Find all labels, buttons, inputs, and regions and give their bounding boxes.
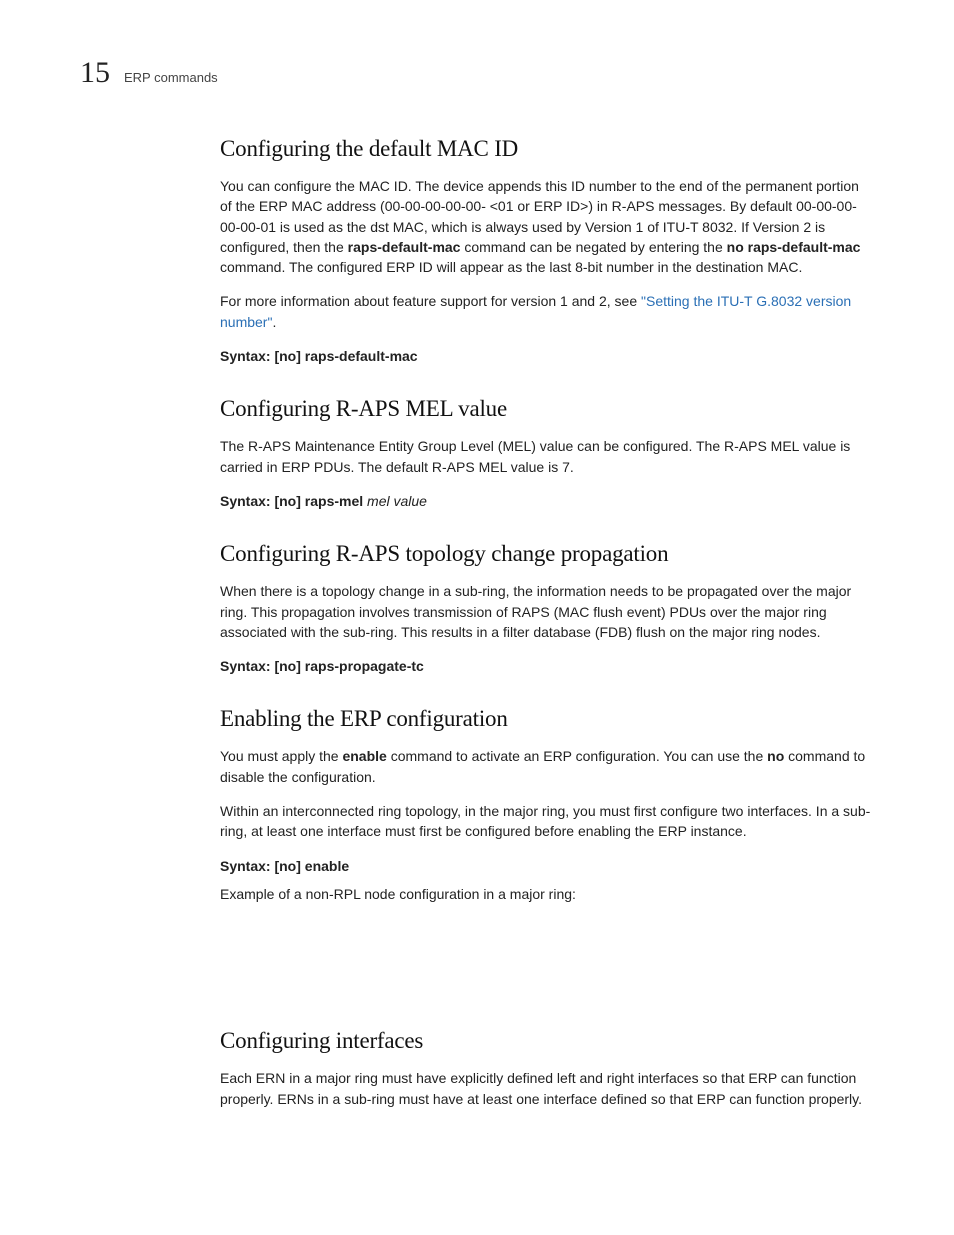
paragraph: You must apply the enable command to act… xyxy=(220,746,874,787)
syntax-line: Syntax: [no] raps-mel mel value xyxy=(220,491,874,511)
command-name: enable xyxy=(342,748,386,764)
paragraph: The R-APS Maintenance Entity Group Level… xyxy=(220,436,874,477)
paragraph: When there is a topology change in a sub… xyxy=(220,581,874,642)
chapter-number: 15 xyxy=(80,58,110,88)
text: You must apply the xyxy=(220,748,342,764)
page: 15 ERP commands Configuring the default … xyxy=(0,0,954,1235)
syntax-command: [no] raps-default-mac xyxy=(271,348,418,364)
content-column: Configuring the default MAC ID You can c… xyxy=(220,136,874,1109)
syntax-line: Syntax: [no] enable xyxy=(220,856,874,876)
text: . xyxy=(272,314,276,330)
text: For more information about feature suppo… xyxy=(220,293,641,309)
syntax-command: [no] raps-propagate-tc xyxy=(271,658,424,674)
chapter-title: ERP commands xyxy=(124,70,218,85)
syntax-argument: mel value xyxy=(367,493,427,509)
syntax-line: Syntax: [no] raps-propagate-tc xyxy=(220,656,874,676)
text: command to activate an ERP configuration… xyxy=(387,748,767,764)
paragraph: Each ERN in a major ring must have expli… xyxy=(220,1068,874,1109)
paragraph: You can configure the MAC ID. The device… xyxy=(220,176,874,277)
text: command can be negated by entering the xyxy=(460,239,726,255)
paragraph: For more information about feature suppo… xyxy=(220,291,874,332)
heading-topology: Configuring R-APS topology change propag… xyxy=(220,541,874,567)
syntax-line: Syntax: [no] raps-default-mac xyxy=(220,346,874,366)
syntax-command: [no] enable xyxy=(271,858,350,874)
heading-interfaces: Configuring interfaces xyxy=(220,1028,874,1054)
command-name: no xyxy=(767,748,784,764)
text: command. The configured ERP ID will appe… xyxy=(220,259,802,275)
running-header: 15 ERP commands xyxy=(80,58,874,88)
paragraph: Within an interconnected ring topology, … xyxy=(220,801,874,842)
command-name: raps-default-mac xyxy=(348,239,461,255)
command-name: no raps-default-mac xyxy=(727,239,861,255)
paragraph: Example of a non-RPL node configuration … xyxy=(220,884,874,904)
syntax-label: Syntax: xyxy=(220,348,271,364)
spacer xyxy=(220,918,874,998)
syntax-label: Syntax: xyxy=(220,493,271,509)
syntax-command: [no] raps-mel xyxy=(271,493,367,509)
syntax-label: Syntax: xyxy=(220,858,271,874)
syntax-label: Syntax: xyxy=(220,658,271,674)
heading-mac-id: Configuring the default MAC ID xyxy=(220,136,874,162)
heading-enable: Enabling the ERP configuration xyxy=(220,706,874,732)
heading-mel: Configuring R-APS MEL value xyxy=(220,396,874,422)
